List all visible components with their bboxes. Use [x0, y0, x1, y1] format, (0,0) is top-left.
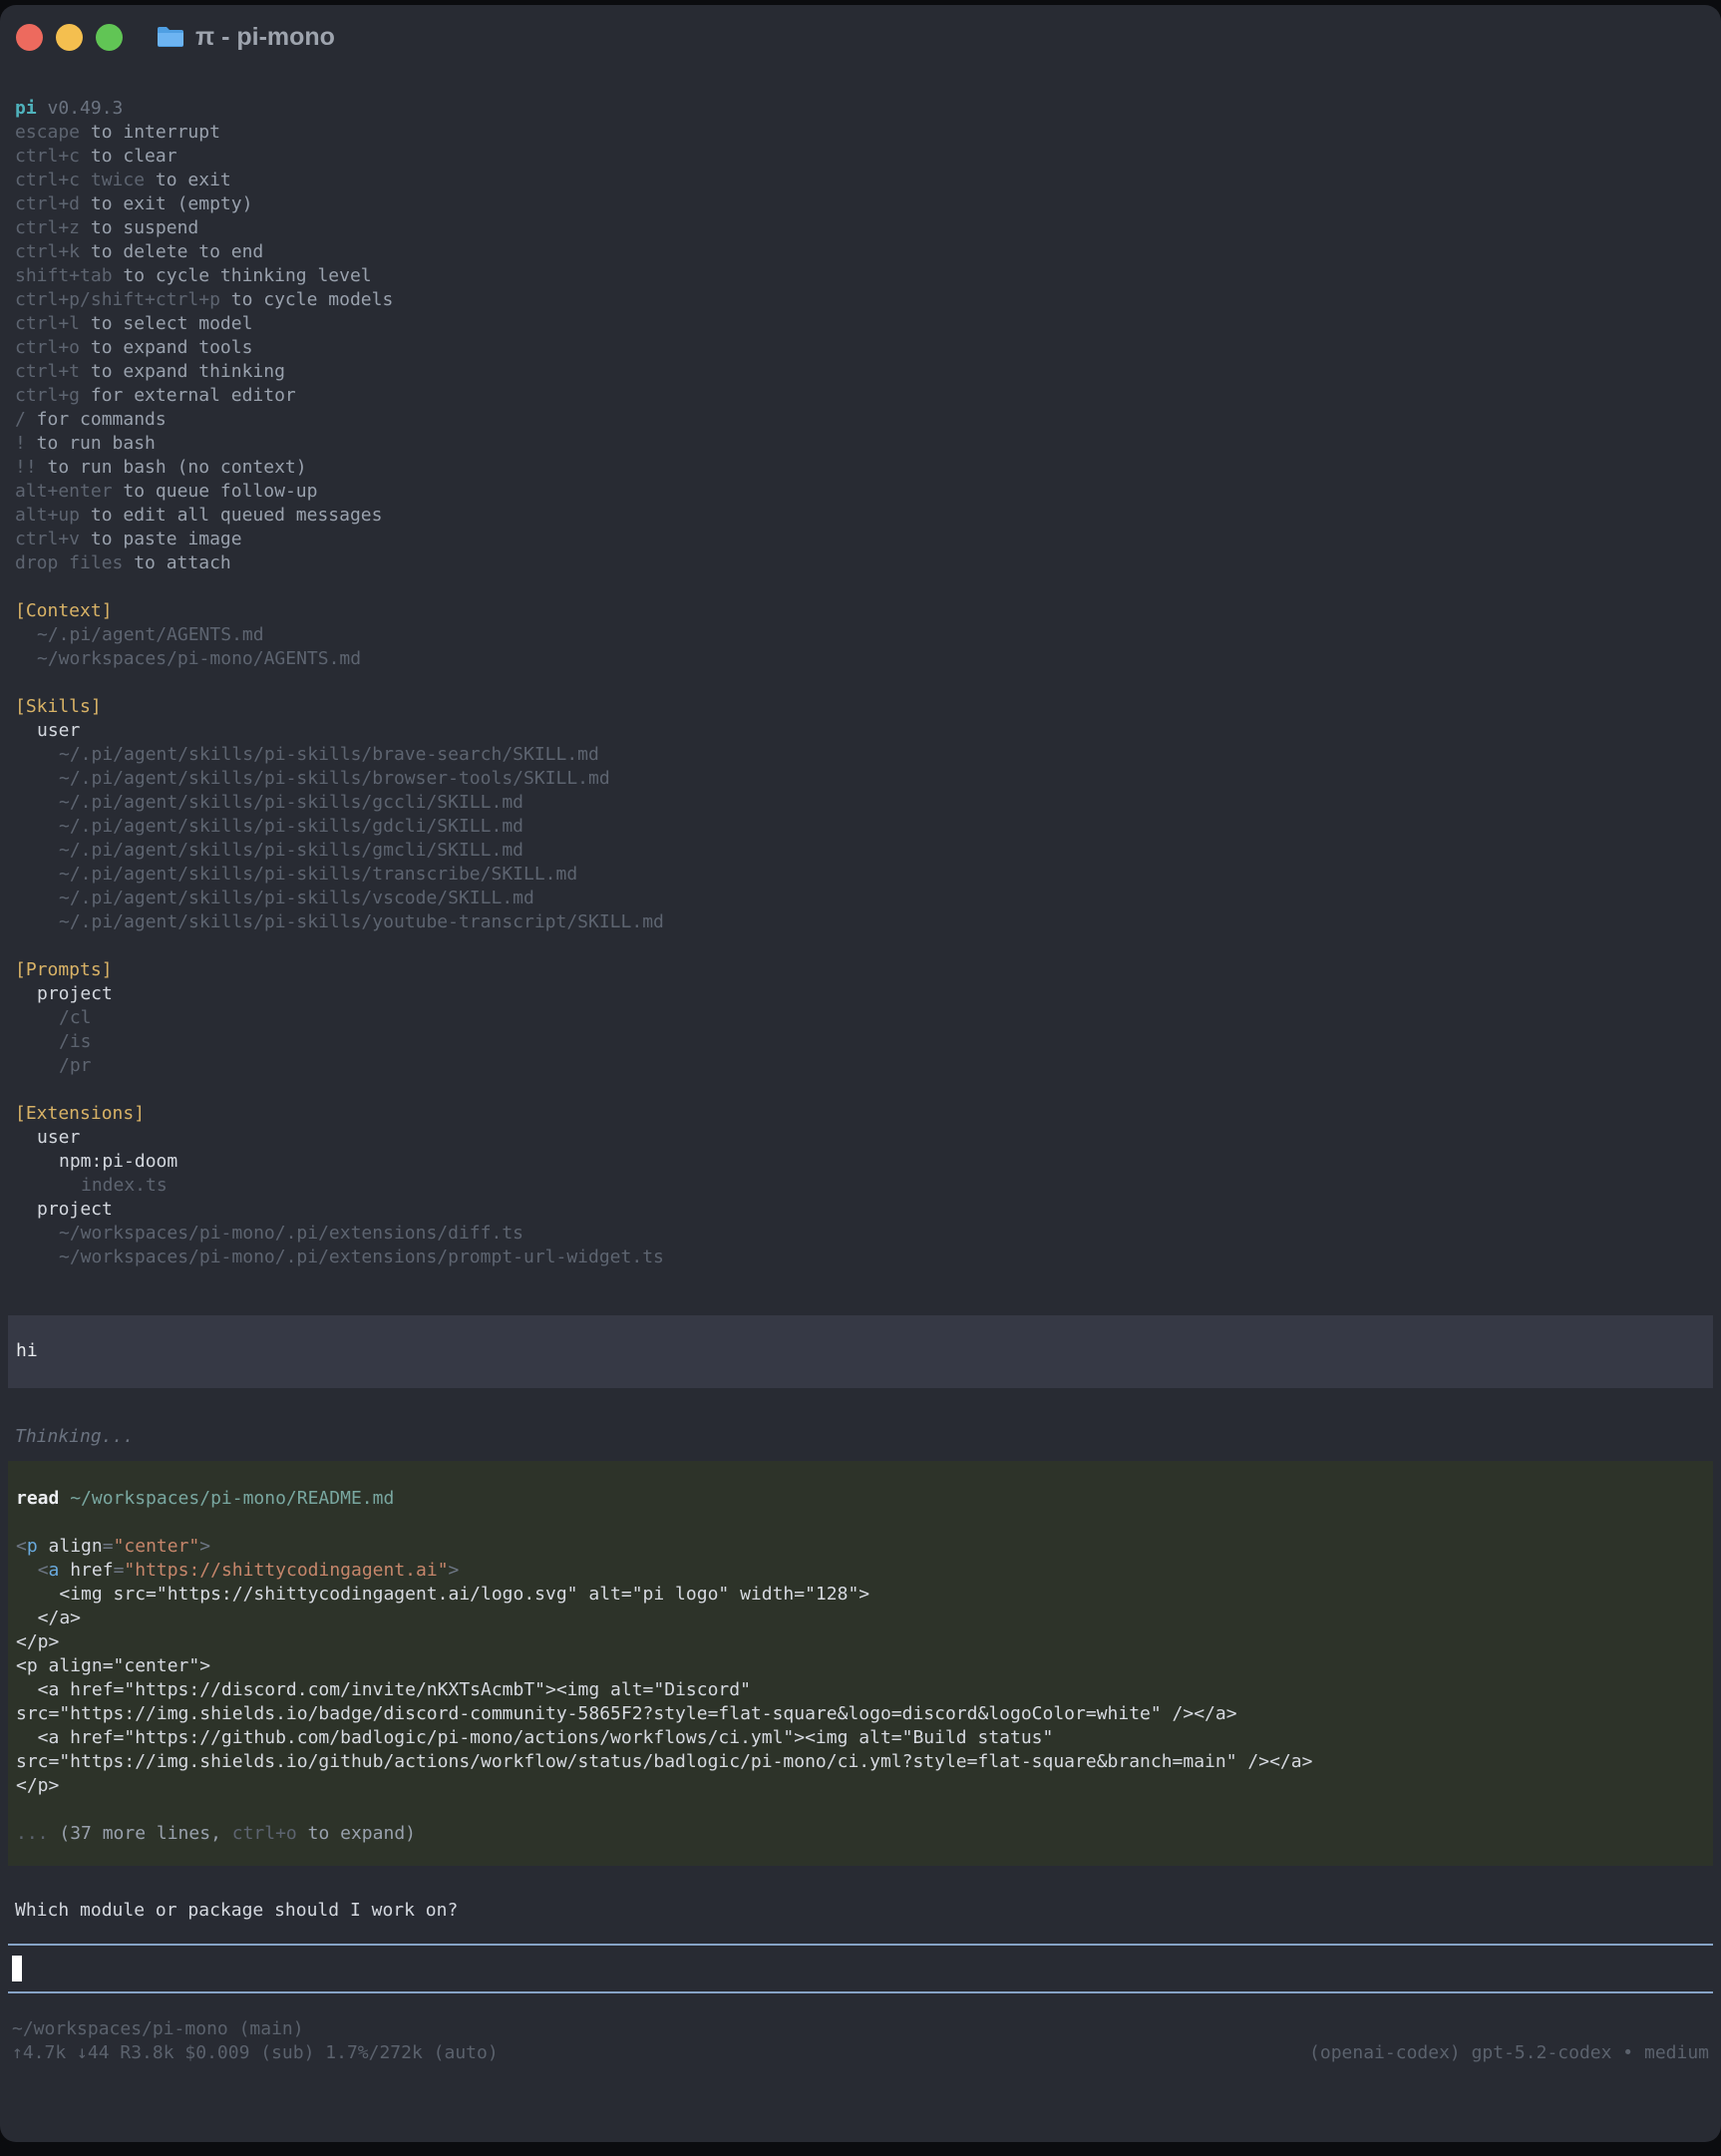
- code-line: src="https://img.shields.io/github/actio…: [8, 1750, 1713, 1774]
- code-line: <p align="center">: [8, 1535, 1713, 1559]
- status-bar: ~/workspaces/pi-mono (main) ↑4.7k ↓44 R3…: [0, 2017, 1721, 2065]
- spacer: [8, 1511, 1713, 1535]
- user-message-text: hi: [8, 1339, 1713, 1363]
- section-row: /is: [0, 1030, 1721, 1054]
- section: [Prompts]project/cl/is/pr: [0, 958, 1721, 1078]
- section-row: user: [0, 719, 1721, 743]
- code-line: <img src="https://shittycodingagent.ai/l…: [8, 1583, 1713, 1607]
- terminal-content: pi v0.49.3 escape to interruptctrl+c to c…: [0, 69, 1721, 2065]
- token-usage: ↑4.7k ↓44 R3.8k $0.009 (sub) 1.7%/272k (…: [12, 2041, 499, 2065]
- section-row: ~/.pi/agent/skills/pi-skills/vscode/SKIL…: [0, 887, 1721, 910]
- shortcut-line: drop files to attach: [0, 551, 1721, 575]
- section-row: ~/workspaces/pi-mono/.pi/extensions/prom…: [0, 1246, 1721, 1269]
- shortcut-line: ctrl+o to expand tools: [0, 336, 1721, 360]
- user-message: hi: [8, 1315, 1713, 1388]
- thinking-indicator: Thinking...: [0, 1425, 1721, 1449]
- status-row: ↑4.7k ↓44 R3.8k $0.009 (sub) 1.7%/272k (…: [0, 2041, 1721, 2065]
- section-row: project: [0, 982, 1721, 1006]
- screen: { "window": { "title": "π - pi-mono" }, …: [0, 0, 1721, 2156]
- truncation-line: ... (37 more lines, ctrl+o to expand): [8, 1822, 1713, 1846]
- shortcut-list: escape to interruptctrl+c to clearctrl+c…: [0, 121, 1721, 575]
- section-row: /pr: [0, 1054, 1721, 1078]
- section-row: ~/.pi/agent/AGENTS.md: [0, 623, 1721, 647]
- shortcut-line: alt+enter to queue follow-up: [0, 480, 1721, 504]
- shortcut-line: !! to run bash (no context): [0, 456, 1721, 480]
- shortcut-line: alt+up to edit all queued messages: [0, 504, 1721, 528]
- tool-code: <p align="center"> <a href="https://shit…: [8, 1535, 1713, 1798]
- tool-output-block: read ~/workspaces/pi-mono/README.md <p al…: [8, 1461, 1713, 1866]
- app-version: v0.49.3: [48, 98, 124, 119]
- context-sections: [Context]~/.pi/agent/AGENTS.md~/workspac…: [0, 599, 1721, 1269]
- section-row: ~/.pi/agent/skills/pi-skills/youtube-tra…: [0, 910, 1721, 934]
- section-row: ~/.pi/agent/skills/pi-skills/brave-searc…: [0, 743, 1721, 767]
- section-row: ~/.pi/agent/skills/pi-skills/gccli/SKILL…: [0, 791, 1721, 815]
- code-line: </p>: [8, 1774, 1713, 1798]
- section-row: index.ts: [0, 1174, 1721, 1198]
- section-header: [Extensions]: [0, 1102, 1721, 1126]
- app-version-line: pi v0.49.3: [0, 97, 1721, 121]
- folder-icon: [156, 25, 185, 49]
- section-row: project: [0, 1198, 1721, 1222]
- tool-argument: ~/workspaces/pi-mono/README.md: [70, 1488, 394, 1509]
- shortcut-line: ctrl+c to clear: [0, 145, 1721, 169]
- section: [Skills]user~/.pi/agent/skills/pi-skills…: [0, 695, 1721, 934]
- section-header: [Context]: [0, 599, 1721, 623]
- section-row: ~/.pi/agent/skills/pi-skills/transcribe/…: [0, 863, 1721, 887]
- shortcut-line: ctrl+p/shift+ctrl+p to cycle models: [0, 288, 1721, 312]
- section-row: ~/workspaces/pi-mono/.pi/extensions/diff…: [0, 1222, 1721, 1246]
- spacer: [8, 1798, 1713, 1822]
- shortcut-line: ! to run bash: [0, 432, 1721, 456]
- shortcut-line: ctrl+g for external editor: [0, 384, 1721, 408]
- section-row: ~/.pi/agent/skills/pi-skills/gmcli/SKILL…: [0, 839, 1721, 863]
- minimize-button[interactable]: [56, 24, 83, 51]
- section-row: ~/workspaces/pi-mono/AGENTS.md: [0, 647, 1721, 671]
- window-title: π - pi-mono: [195, 25, 335, 49]
- close-button[interactable]: [16, 24, 43, 51]
- section-header: [Prompts]: [0, 958, 1721, 982]
- section-row: /cl: [0, 1006, 1721, 1030]
- shortcut-line: ctrl+l to select model: [0, 312, 1721, 336]
- shortcut-line: ctrl+c twice to exit: [0, 169, 1721, 192]
- shortcut-line: ctrl+d to exit (empty): [0, 192, 1721, 216]
- code-line: <a href="https://discord.com/invite/nKXT…: [8, 1678, 1713, 1702]
- shortcut-line: shift+tab to cycle thinking level: [0, 264, 1721, 288]
- code-line: </a>: [8, 1607, 1713, 1630]
- code-line: src="https://img.shields.io/badge/discor…: [8, 1702, 1713, 1726]
- titlebar[interactable]: π - pi-mono: [0, 5, 1721, 69]
- section-header: [Skills]: [0, 695, 1721, 719]
- text-cursor: [12, 1956, 22, 1981]
- shortcut-line: ctrl+k to delete to end: [0, 240, 1721, 264]
- code-line: <a href="https://shittycodingagent.ai">: [8, 1559, 1713, 1583]
- shortcut-line: ctrl+t to expand thinking: [0, 360, 1721, 384]
- zoom-button[interactable]: [96, 24, 123, 51]
- tool-command: read: [16, 1488, 59, 1509]
- code-line: </p>: [8, 1630, 1713, 1654]
- terminal-window: π - pi-mono pi v0.49.3 escape to interrup…: [0, 5, 1721, 2142]
- section-row: user: [0, 1126, 1721, 1150]
- section-row: npm:pi-doom: [0, 1150, 1721, 1174]
- assistant-message: Which module or package should I work on…: [0, 1899, 1721, 1923]
- code-line: <a href="https://github.com/badlogic/pi-…: [8, 1726, 1713, 1750]
- app-name: pi: [15, 98, 37, 119]
- shortcut-line: ctrl+v to paste image: [0, 528, 1721, 551]
- shortcut-line: ctrl+z to suspend: [0, 216, 1721, 240]
- section-row: ~/.pi/agent/skills/pi-skills/gdcli/SKILL…: [0, 815, 1721, 839]
- shortcut-line: escape to interrupt: [0, 121, 1721, 145]
- section: [Extensions]usernpm:pi-doomindex.tsproje…: [0, 1102, 1721, 1269]
- model-indicator: (openai-codex) gpt-5.2-codex • medium: [1309, 2041, 1709, 2065]
- section-row: ~/.pi/agent/skills/pi-skills/browser-too…: [0, 767, 1721, 791]
- shortcut-line: / for commands: [0, 408, 1721, 432]
- prompt-input[interactable]: [8, 1944, 1713, 1993]
- section: [Context]~/.pi/agent/AGENTS.md~/workspac…: [0, 599, 1721, 671]
- cwd-branch: ~/workspaces/pi-mono (main): [0, 2017, 1721, 2041]
- tool-header: read ~/workspaces/pi-mono/README.md: [8, 1487, 1713, 1511]
- code-line: <p align="center">: [8, 1654, 1713, 1678]
